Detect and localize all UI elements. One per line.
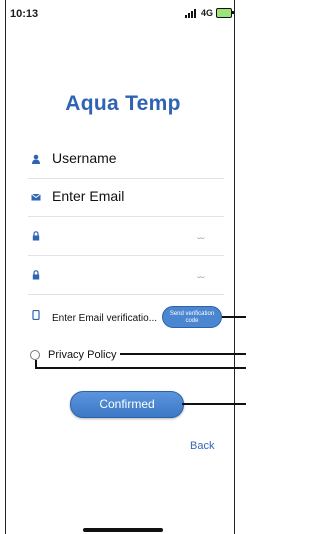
verification-label: Enter Email verificatio...: [52, 313, 158, 324]
privacy-checkbox[interactable]: [30, 350, 40, 360]
person-icon: [32, 154, 40, 164]
eye-off-icon[interactable]: ⌣⌣: [197, 274, 205, 282]
privacy-policy-row[interactable]: Privacy Policy: [30, 349, 116, 361]
home-indicator: [83, 528, 163, 532]
username-field[interactable]: Username: [28, 142, 224, 179]
lock-icon: [32, 270, 40, 280]
lock-icon: [32, 231, 40, 241]
callout-line: [35, 367, 246, 369]
status-bar: 10:13 4G: [10, 8, 234, 24]
password-field[interactable]: ⌣⌣: [28, 219, 224, 256]
back-link[interactable]: Back: [190, 440, 214, 452]
privacy-policy-label: Privacy Policy: [48, 349, 117, 361]
email-field[interactable]: Enter Email: [28, 180, 224, 217]
confirm-password-field[interactable]: ⌣⌣: [28, 258, 224, 295]
battery-icon: [216, 8, 234, 18]
mail-icon: [31, 193, 41, 201]
signal-icon: [184, 8, 198, 18]
network-type: 4G: [200, 8, 213, 18]
username-label: Username: [52, 150, 117, 166]
email-label: Enter Email: [52, 188, 125, 204]
status-indicators: 4G: [184, 8, 234, 18]
app-title: Aqua Temp: [65, 92, 181, 115]
confirmed-button[interactable]: Confirmed: [70, 391, 184, 418]
callout-line: [182, 403, 246, 405]
eye-off-icon[interactable]: ⌣⌣: [197, 235, 205, 243]
phone-icon: [32, 310, 40, 320]
callout-line: [222, 316, 246, 318]
send-verification-code-button[interactable]: Send verification code: [162, 306, 222, 328]
status-time: 10:13: [10, 8, 39, 20]
callout-line: [120, 353, 246, 355]
